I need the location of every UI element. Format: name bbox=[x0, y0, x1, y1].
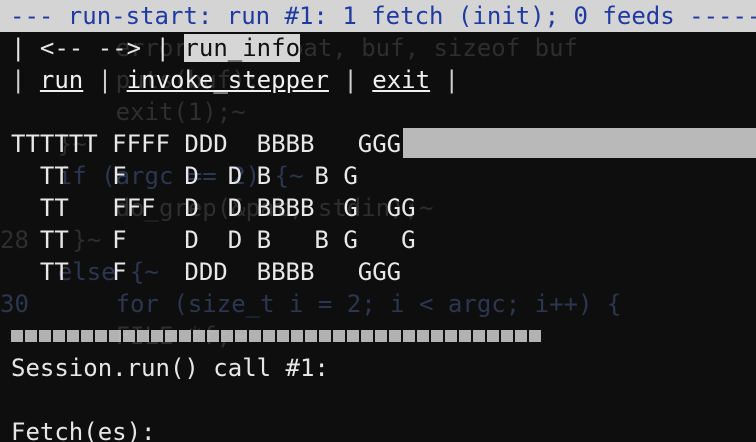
exit-link[interactable]: exit bbox=[372, 66, 430, 94]
terminal-window: error(err, &pat, buf, sizeof buf puts(bu… bbox=[0, 0, 756, 442]
banner-line: TT F DDD BBBB GGG bbox=[11, 258, 402, 286]
banner-line: TT FFF D D BBBB G GG bbox=[11, 194, 416, 222]
nav-prefix: | bbox=[11, 34, 40, 62]
menu-row: | run | invoke_stepper | exit | bbox=[11, 64, 459, 96]
menu-separator: | bbox=[11, 66, 26, 94]
menu-separator: | bbox=[97, 66, 113, 94]
session-call-label: Session.run() call #1: bbox=[11, 354, 329, 382]
title-bar: --- run-start: run #1: 1 fetch (init); 0… bbox=[0, 0, 756, 32]
current-screen-label: run_info bbox=[184, 34, 301, 62]
background-code-line: exit(1);~ bbox=[0, 98, 246, 126]
separator-rule bbox=[11, 330, 543, 342]
nav-row: | <-- --> | run_info bbox=[11, 32, 301, 64]
fetches-label: Fetch(es): bbox=[11, 418, 156, 442]
run-link[interactable]: run bbox=[40, 66, 83, 94]
banner-line: TT F D D B B G bbox=[11, 162, 358, 190]
menu-separator: | bbox=[343, 66, 358, 94]
title-text: --- run-start: run #1: 1 fetch (init); 0… bbox=[10, 2, 756, 30]
banner-line: TT F D D B B G G bbox=[11, 226, 416, 254]
background-code-line: 30 for (size_t i = 2; i < argc; i++) { bbox=[0, 290, 622, 318]
nav-arrows[interactable]: <-- --> bbox=[40, 34, 141, 62]
menu-separator: | bbox=[444, 66, 459, 94]
nav-separator: | bbox=[141, 34, 185, 62]
banner-highlight bbox=[403, 128, 756, 158]
banner-line: TTTTTT FFFF DDD BBBB GGG bbox=[11, 130, 402, 158]
invoke-stepper-link[interactable]: invoke_stepper bbox=[127, 66, 329, 94]
